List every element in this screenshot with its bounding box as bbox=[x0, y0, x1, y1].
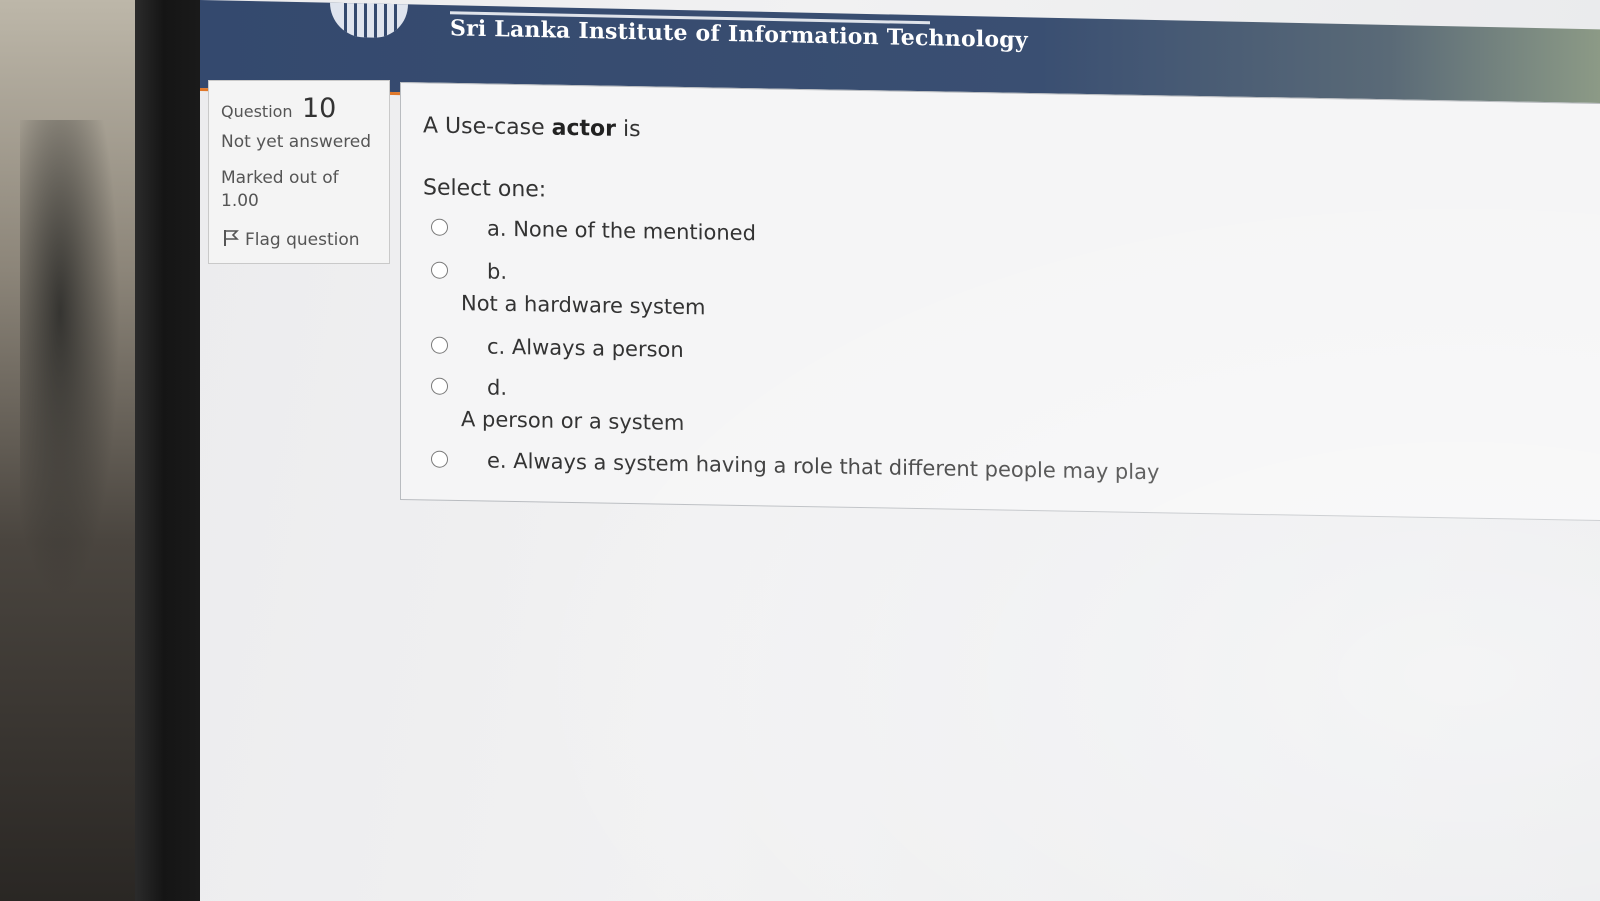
marks-info: Marked out of 1.00 bbox=[221, 167, 381, 213]
option-d-text[interactable]: A person or a system bbox=[461, 407, 684, 435]
question-label: Question bbox=[221, 102, 293, 121]
option-d-label[interactable]: d. bbox=[487, 376, 507, 400]
marked-out-of-label: Marked out of bbox=[221, 168, 339, 188]
flag-icon bbox=[224, 230, 239, 246]
radio-button-a[interactable] bbox=[431, 218, 448, 236]
flag-question-link[interactable]: Flag question bbox=[223, 229, 360, 250]
flag-question-label: Flag question bbox=[245, 230, 360, 250]
radio-button-d[interactable] bbox=[431, 377, 448, 395]
question-text: A Use-case actor is bbox=[423, 113, 641, 142]
option-c-label[interactable]: c. Always a person bbox=[487, 335, 684, 362]
radio-button-b[interactable] bbox=[431, 261, 448, 279]
institution-name: Sri Lanka Institute of Information Techn… bbox=[450, 15, 1028, 54]
option-a-label[interactable]: a. None of the mentioned bbox=[487, 217, 756, 246]
question-info-panel: Question 10 Not yet answered Marked out … bbox=[208, 80, 390, 264]
question-text-end: is bbox=[616, 116, 641, 143]
question-content: A Use-case actor is Select one: a. None … bbox=[400, 82, 1600, 522]
monitor-bezel bbox=[135, 0, 207, 901]
radio-button-e[interactable] bbox=[431, 450, 448, 468]
background-object bbox=[20, 120, 120, 600]
question-text-start: A Use-case bbox=[423, 113, 552, 141]
radio-button-c[interactable] bbox=[431, 336, 448, 354]
answer-state: Not yet answered bbox=[221, 132, 372, 152]
option-b-text[interactable]: Not a hardware system bbox=[461, 291, 706, 319]
screen: Sri Lanka Institute of Information Techn… bbox=[200, 0, 1600, 901]
option-b-label[interactable]: b. bbox=[487, 260, 507, 284]
select-one-prompt: Select one: bbox=[423, 175, 547, 203]
question-text-bold: actor bbox=[551, 115, 617, 142]
marks-value: 1.00 bbox=[221, 191, 259, 211]
option-e-label[interactable]: e. Always a system having a role that di… bbox=[487, 449, 1159, 485]
question-number: Question 10 bbox=[221, 93, 336, 124]
question-number-value: 10 bbox=[301, 93, 337, 124]
institution-logo-icon[interactable] bbox=[330, 2, 408, 39]
